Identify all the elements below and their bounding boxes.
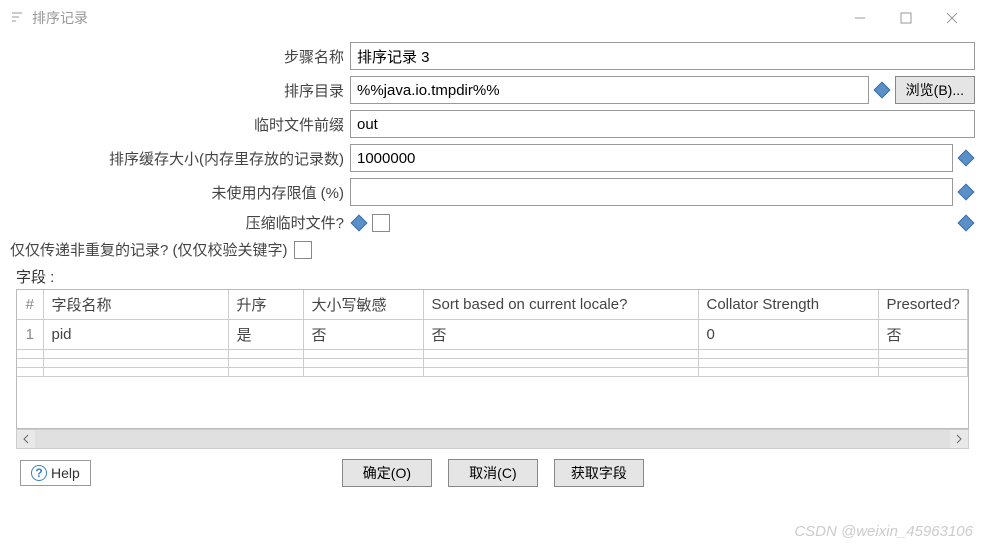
fields-table[interactable]: # 字段名称 升序 大小写敏感 Sort based on current lo… bbox=[16, 289, 969, 429]
maximize-button[interactable] bbox=[883, 3, 929, 33]
unique-rows-label: 仅仅传递非重复的记录? (仅仅校验关键字) bbox=[10, 239, 294, 260]
sort-dir-label: 排序目录 bbox=[10, 80, 350, 101]
titlebar: 排序记录 bbox=[0, 0, 985, 36]
window-controls bbox=[837, 3, 975, 33]
col-field-name[interactable]: 字段名称 bbox=[43, 290, 228, 320]
get-fields-button[interactable]: 获取字段 bbox=[554, 459, 644, 487]
scroll-right-arrow[interactable] bbox=[950, 430, 968, 448]
variable-indicator-icon bbox=[957, 186, 975, 198]
help-icon: ? bbox=[31, 465, 47, 481]
table-row[interactable] bbox=[17, 350, 968, 359]
table-cell[interactable] bbox=[423, 350, 698, 359]
table-cell[interactable] bbox=[17, 368, 43, 377]
table-cell[interactable] bbox=[878, 368, 968, 377]
fields-section-label: 字段 : bbox=[16, 266, 975, 287]
app-icon bbox=[10, 10, 24, 27]
col-ascending[interactable]: 升序 bbox=[228, 290, 303, 320]
table-cell[interactable] bbox=[17, 350, 43, 359]
close-button[interactable] bbox=[929, 3, 975, 33]
cache-size-label: 排序缓存大小(内存里存放的记录数) bbox=[10, 148, 350, 169]
table-cell[interactable] bbox=[303, 350, 423, 359]
table-cell[interactable]: 否 bbox=[423, 320, 698, 350]
variable-indicator-icon bbox=[957, 217, 975, 229]
browse-button[interactable]: 浏览(B)... bbox=[895, 76, 975, 104]
window-title: 排序记录 bbox=[32, 8, 837, 28]
free-mem-input[interactable] bbox=[350, 178, 953, 206]
table-cell[interactable] bbox=[698, 350, 878, 359]
scroll-left-arrow[interactable] bbox=[17, 430, 35, 448]
minimize-button[interactable] bbox=[837, 3, 883, 33]
col-collator-strength[interactable]: Collator Strength bbox=[698, 290, 878, 320]
tmp-prefix-label: 临时文件前缀 bbox=[10, 114, 350, 135]
watermark: CSDN @weixin_45963106 bbox=[794, 523, 973, 540]
table-row[interactable] bbox=[17, 368, 968, 377]
table-cell[interactable] bbox=[303, 368, 423, 377]
table-cell[interactable] bbox=[698, 359, 878, 368]
table-cell[interactable] bbox=[43, 350, 228, 359]
table-cell[interactable] bbox=[303, 359, 423, 368]
table-cell[interactable] bbox=[878, 359, 968, 368]
free-mem-label: 未使用内存限值 (%) bbox=[10, 182, 350, 203]
table-cell[interactable] bbox=[43, 359, 228, 368]
table-cell[interactable]: pid bbox=[43, 320, 228, 350]
col-idx[interactable]: # bbox=[17, 290, 43, 320]
step-name-input[interactable] bbox=[350, 42, 975, 70]
table-cell[interactable]: 是 bbox=[228, 320, 303, 350]
footer-buttons: ? Help 确定(O) 取消(C) 获取字段 bbox=[10, 449, 975, 497]
unique-rows-checkbox[interactable] bbox=[294, 241, 312, 259]
col-locale-sort[interactable]: Sort based on current locale? bbox=[423, 290, 698, 320]
sort-dir-input[interactable] bbox=[350, 76, 869, 104]
help-button[interactable]: ? Help bbox=[20, 460, 91, 486]
table-cell[interactable]: 否 bbox=[878, 320, 968, 350]
table-cell[interactable]: 1 bbox=[17, 320, 43, 350]
table-cell[interactable] bbox=[423, 368, 698, 377]
col-presorted[interactable]: Presorted? bbox=[878, 290, 968, 320]
table-row[interactable] bbox=[17, 359, 968, 368]
table-header-row: # 字段名称 升序 大小写敏感 Sort based on current lo… bbox=[17, 290, 968, 320]
main-content: 步骤名称 排序目录 浏览(B)... 临时文件前缀 排序缓存大小(内存里存放的记… bbox=[0, 36, 985, 497]
table-cell[interactable] bbox=[423, 359, 698, 368]
cancel-button[interactable]: 取消(C) bbox=[448, 459, 538, 487]
variable-indicator-icon bbox=[957, 152, 975, 164]
variable-indicator-icon bbox=[873, 84, 891, 96]
table-cell[interactable] bbox=[878, 350, 968, 359]
table-row[interactable]: 1pid是否否0否 bbox=[17, 320, 968, 350]
table-cell[interactable] bbox=[43, 368, 228, 377]
table-cell[interactable] bbox=[698, 368, 878, 377]
compress-label: 压缩临时文件? bbox=[10, 212, 350, 233]
ok-button[interactable]: 确定(O) bbox=[342, 459, 432, 487]
horizontal-scrollbar[interactable] bbox=[16, 429, 969, 449]
compress-checkbox[interactable] bbox=[372, 214, 390, 232]
table-cell[interactable]: 否 bbox=[303, 320, 423, 350]
table-cell[interactable] bbox=[228, 359, 303, 368]
table-cell[interactable] bbox=[228, 368, 303, 377]
table-cell[interactable]: 0 bbox=[698, 320, 878, 350]
cache-size-input[interactable] bbox=[350, 144, 953, 172]
col-case-sensitive[interactable]: 大小写敏感 bbox=[303, 290, 423, 320]
table-cell[interactable] bbox=[228, 350, 303, 359]
tmp-prefix-input[interactable] bbox=[350, 110, 975, 138]
step-name-label: 步骤名称 bbox=[10, 46, 350, 67]
scroll-track[interactable] bbox=[35, 430, 950, 448]
help-label: Help bbox=[51, 465, 80, 481]
variable-indicator-icon bbox=[350, 217, 368, 229]
table-cell[interactable] bbox=[17, 359, 43, 368]
